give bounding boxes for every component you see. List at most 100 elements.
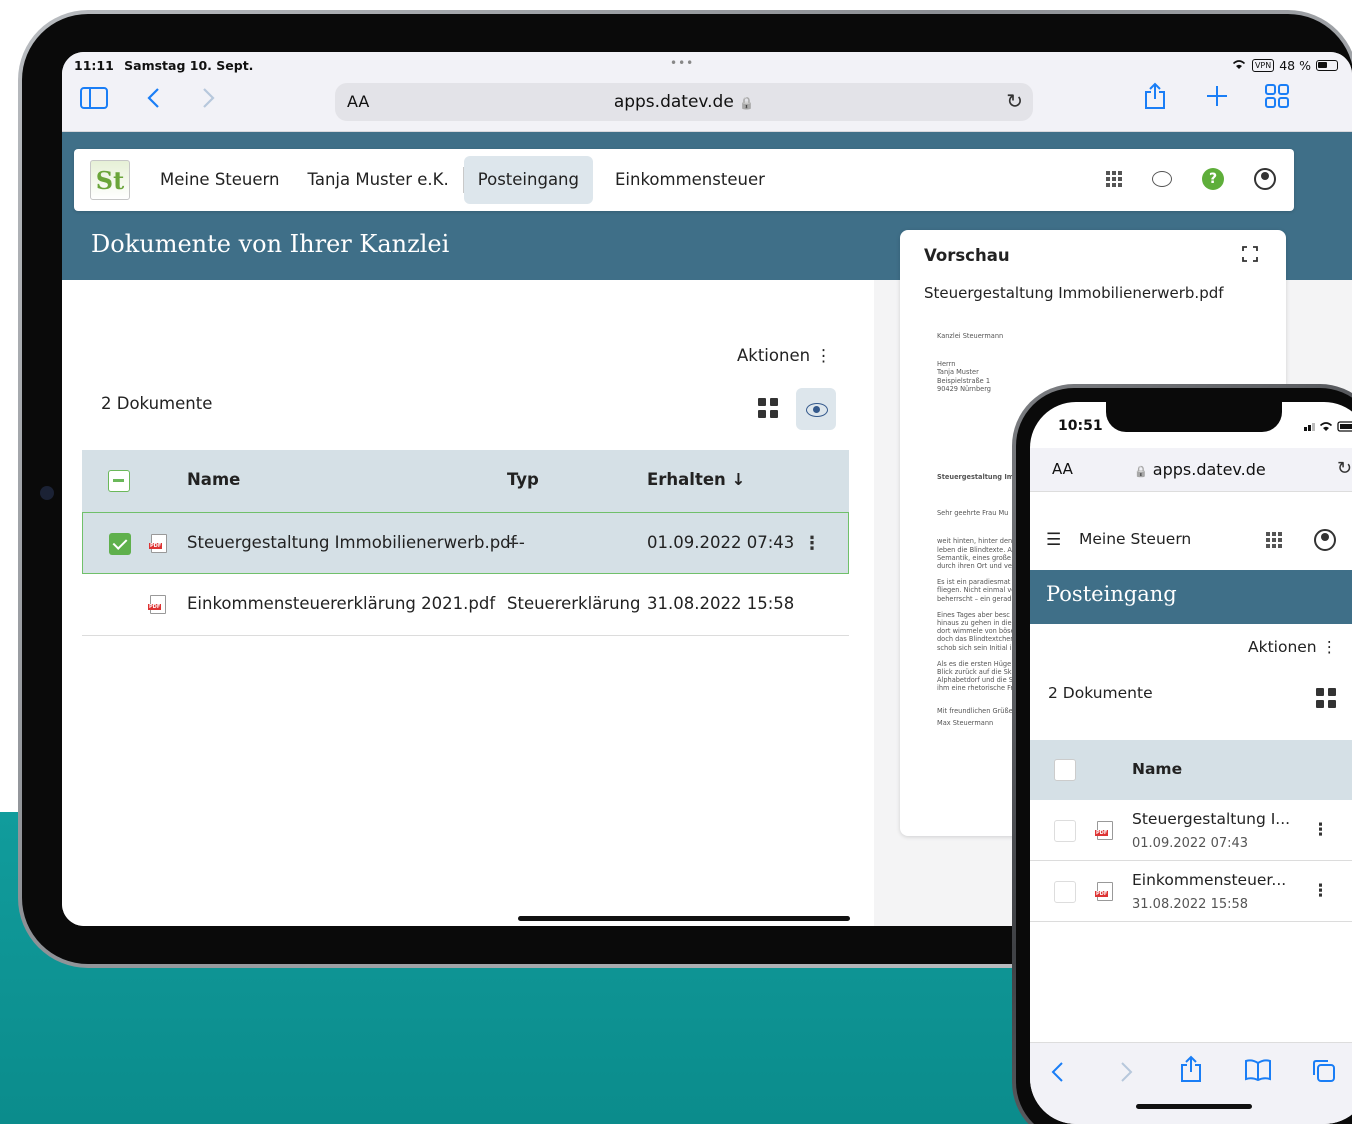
tablet-camera <box>40 486 54 500</box>
menu-icon[interactable]: ☰ <box>1046 530 1061 550</box>
phone-text-size-button[interactable]: AA <box>1052 460 1073 478</box>
back-icon[interactable] <box>1050 1061 1064 1089</box>
aktionen-menu[interactable]: Aktionen ⋮ <box>737 346 832 365</box>
select-all-checkbox[interactable] <box>108 470 130 492</box>
grid-view-icon[interactable] <box>758 398 778 418</box>
table-row[interactable]: Einkommensteuer... 31.08.2022 15:58 ⋮ <box>1030 861 1352 922</box>
tablet-home-indicator[interactable] <box>518 916 850 921</box>
row-name[interactable]: Steuergestaltung Immobilienerwerb.pdf <box>187 533 516 552</box>
url-domain: apps.datev.de <box>613 92 734 112</box>
pdf-icon <box>1095 821 1113 840</box>
pdf-icon <box>1095 882 1113 901</box>
row-typ: --- <box>507 533 525 552</box>
phone-device: 10:51 AA 🔒 apps.datev.de ↻ ☰ Meine Steue… <box>1012 384 1352 1124</box>
phone-page-title: Posteingang <box>1046 582 1177 606</box>
nav-posteingang[interactable]: Posteingang <box>463 156 593 204</box>
tabs-icon[interactable] <box>1312 1059 1336 1089</box>
app-grid-icon[interactable] <box>1266 532 1282 548</box>
battery-percent: 48 % <box>1279 58 1311 73</box>
row-more-icon[interactable]: ⋮ <box>803 535 821 553</box>
forward-icon[interactable] <box>202 86 216 116</box>
table-row[interactable]: Steuergestaltung Immobilienerwerb.pdf --… <box>82 512 849 574</box>
phone-column-name[interactable]: Name <box>1132 760 1182 778</box>
phone-url-domain: apps.datev.de <box>1152 460 1266 479</box>
phone-url-text: 🔒 apps.datev.de <box>1134 460 1266 479</box>
user-icon[interactable] <box>1254 168 1276 190</box>
nav-meine-steuern[interactable]: Meine Steuern <box>146 156 293 204</box>
pdf-icon <box>148 595 166 614</box>
top-navigation: St Meine Steuern Tanja Muster e.K. Poste… <box>74 149 1294 211</box>
row-checkbox[interactable] <box>1054 881 1076 903</box>
address-bar[interactable]: AA apps.datev.de 🔒 ↻ <box>335 83 1033 121</box>
row-date: 31.08.2022 15:58 <box>1132 897 1249 912</box>
tab-overview-icon[interactable] <box>1265 84 1289 115</box>
user-icon[interactable] <box>1314 529 1336 551</box>
row-more-icon[interactable]: ⋮ <box>1312 820 1329 840</box>
doc-address-line: Herrn <box>937 360 956 369</box>
expand-icon[interactable] <box>1242 246 1258 266</box>
table-row[interactable]: Einkommensteuererklärung 2021.pdf Steuer… <box>82 574 849 636</box>
phone-document-count: 2 Dokumente <box>1048 684 1153 702</box>
status-date: Samstag 10. Sept. <box>124 58 254 73</box>
table-header: Name Typ Erhalten ↓ <box>82 450 849 512</box>
phone-notch <box>1106 402 1282 432</box>
phone-grid-view-icon[interactable] <box>1316 688 1336 708</box>
new-tab-icon[interactable] <box>1206 84 1228 114</box>
share-icon[interactable] <box>1144 82 1166 117</box>
status-indicators: VPN 48 % <box>1231 58 1338 73</box>
preview-filename: Steuergestaltung Immobilienerwerb.pdf <box>924 284 1224 302</box>
column-name[interactable]: Name <box>187 470 240 489</box>
bookmarks-icon[interactable] <box>1244 1059 1272 1087</box>
row-checkbox[interactable] <box>1054 820 1076 842</box>
lock-icon: 🔒 <box>739 96 755 110</box>
doc-sender: Kanzlei Steuermann <box>937 332 1004 340</box>
phone-status-icons <box>1304 420 1352 435</box>
column-typ[interactable]: Typ <box>507 470 539 489</box>
vpn-badge: VPN <box>1251 59 1275 72</box>
reload-icon[interactable]: ↻ <box>1006 89 1023 113</box>
phone-status-clock: 10:51 <box>1058 418 1103 434</box>
sidebar-icon[interactable] <box>80 86 108 116</box>
phone-page-banner: Posteingang <box>1030 570 1352 624</box>
nav-einkommensteuer[interactable]: Einkommensteuer <box>601 156 779 204</box>
preview-title: Vorschau <box>924 246 1010 265</box>
phone-reload-icon[interactable]: ↻ <box>1337 458 1352 479</box>
row-name[interactable]: Einkommensteuererklärung 2021.pdf <box>187 594 495 613</box>
url-text: apps.datev.de 🔒 <box>335 92 1033 112</box>
pdf-icon <box>149 534 167 553</box>
share-icon[interactable] <box>1180 1055 1202 1089</box>
phone-aktionen-menu[interactable]: Aktionen ⋮ <box>1248 638 1337 656</box>
document-count: 2 Dokumente <box>101 394 213 413</box>
select-all-checkbox[interactable] <box>1054 759 1076 781</box>
app-grid-icon[interactable] <box>1106 171 1122 187</box>
row-checkbox[interactable] <box>109 533 131 555</box>
doc-address-line: Tanja Muster <box>937 368 979 377</box>
phone-bezel: 10:51 AA 🔒 apps.datev.de ↻ ☰ Meine Steue… <box>1016 388 1352 1124</box>
row-name[interactable]: Einkommensteuer... <box>1132 871 1286 889</box>
phone-top-navigation: ☰ Meine Steuern <box>1030 512 1352 568</box>
phone-home-indicator[interactable] <box>1136 1104 1252 1109</box>
preview-toggle-eye-icon[interactable] <box>796 388 836 430</box>
phone-nav-title[interactable]: Meine Steuern <box>1079 530 1191 548</box>
status-time: 11:11 Samstag 10. Sept. <box>74 58 253 73</box>
row-more-icon[interactable]: ⋮ <box>1312 881 1329 901</box>
phone-screen: 10:51 AA 🔒 apps.datev.de ↻ ☰ Meine Steue… <box>1030 402 1352 1124</box>
column-erhalten[interactable]: Erhalten ↓ <box>647 470 745 489</box>
app-logo[interactable]: St <box>90 160 130 200</box>
help-icon[interactable]: ? <box>1202 168 1224 190</box>
forward-icon[interactable] <box>1120 1061 1134 1089</box>
chat-icon[interactable] <box>1152 171 1172 187</box>
nav-mandant[interactable]: Tanja Muster e.K. <box>293 156 462 204</box>
row-date: 31.08.2022 15:58 <box>647 594 795 613</box>
multitask-dots[interactable]: ••• <box>670 56 694 70</box>
table-row[interactable]: Steuergestaltung I... 01.09.2022 07:43 ⋮ <box>1030 800 1352 861</box>
documents-table: Name Typ Erhalten ↓ Steuergestaltung Imm… <box>82 450 849 636</box>
row-name[interactable]: Steuergestaltung I... <box>1132 810 1290 828</box>
status-clock: 11:11 <box>74 58 114 73</box>
phone-address-bar[interactable]: AA 🔒 apps.datev.de ↻ <box>1030 448 1352 492</box>
wifi-icon <box>1231 58 1247 73</box>
page-title: Dokumente von Ihrer Kanzlei <box>91 230 450 258</box>
row-typ: Steuererklärung <box>507 594 641 613</box>
back-icon[interactable] <box>146 86 160 116</box>
phone-table-header: Name <box>1030 740 1352 800</box>
